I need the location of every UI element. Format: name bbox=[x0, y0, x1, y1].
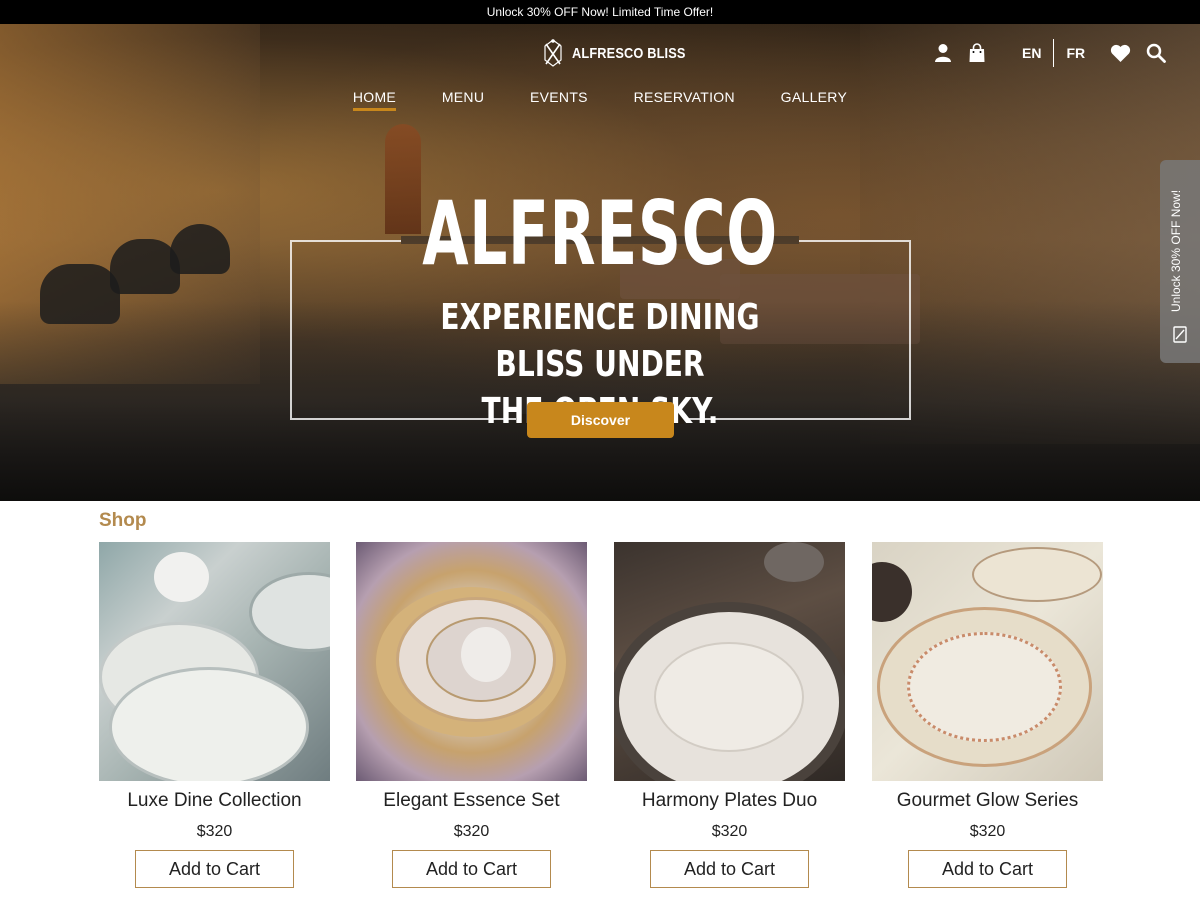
nav-item-reservation[interactable]: RESERVATION bbox=[634, 89, 735, 109]
crossed-utensils-icon bbox=[544, 39, 562, 67]
add-to-cart-button[interactable]: Add to Cart bbox=[135, 850, 294, 888]
product-name: Elegant Essence Set bbox=[383, 790, 560, 811]
product-price: $320 bbox=[969, 823, 1006, 840]
promo-text: Unlock 30% OFF Now! Limited Time Offer! bbox=[486, 5, 714, 19]
add-to-cart-button[interactable]: Add to Cart bbox=[650, 850, 809, 888]
product-image[interactable] bbox=[614, 542, 845, 781]
product-name: Luxe Dine Collection bbox=[127, 790, 302, 811]
hero-title: ALFRESCO bbox=[422, 182, 778, 285]
product-card: Elegant Essence Set $320 Add to Cart bbox=[356, 542, 587, 888]
brand-logo[interactable]: ALFRESCO BLISS bbox=[540, 38, 706, 68]
language-en[interactable]: EN bbox=[1022, 45, 1041, 61]
product-name: Gourmet Glow Series bbox=[896, 790, 1079, 811]
product-image[interactable] bbox=[872, 542, 1103, 781]
product-price: $320 bbox=[453, 823, 490, 840]
language-fr[interactable]: FR bbox=[1066, 45, 1085, 61]
shop-title: Shop bbox=[99, 510, 147, 531]
language-divider bbox=[1053, 39, 1055, 67]
gift-tag-icon bbox=[1173, 326, 1187, 343]
nav-item-menu[interactable]: MENU bbox=[442, 89, 484, 109]
hero-subtitle-line: EXPERIENCE DINING BLISS UNDER bbox=[440, 297, 760, 385]
header-tools: EN FR bbox=[930, 38, 1170, 68]
discover-button[interactable]: Discover bbox=[527, 402, 674, 438]
product-price: $320 bbox=[711, 823, 748, 840]
nav-item-home[interactable]: HOME bbox=[352, 89, 397, 111]
side-offer-text: Unlock 30% OFF Now! bbox=[1169, 189, 1183, 312]
main-nav: HOME MENU EVENTS RESERVATION GALLERY bbox=[330, 87, 870, 111]
product-card: Gourmet Glow Series $320 Add to Cart bbox=[872, 542, 1103, 888]
product-card: Luxe Dine Collection $320 Add to Cart bbox=[99, 542, 330, 888]
heart-icon[interactable] bbox=[1109, 42, 1131, 64]
nav-item-events[interactable]: EVENTS bbox=[530, 89, 588, 109]
add-to-cart-button[interactable]: Add to Cart bbox=[908, 850, 1067, 888]
product-name: Harmony Plates Duo bbox=[641, 790, 818, 811]
side-offer-tab[interactable]: Unlock 30% OFF Now! bbox=[1160, 160, 1200, 363]
product-price: $320 bbox=[196, 823, 233, 840]
shopping-bag-icon[interactable] bbox=[966, 42, 988, 64]
product-card: Harmony Plates Duo $320 Add to Cart bbox=[614, 542, 845, 888]
promo-bar: Unlock 30% OFF Now! Limited Time Offer! bbox=[0, 0, 1200, 24]
product-image[interactable] bbox=[99, 542, 330, 781]
add-to-cart-button[interactable]: Add to Cart bbox=[392, 850, 551, 888]
nav-item-gallery[interactable]: GALLERY bbox=[781, 89, 847, 109]
brand-name: ALFRESCO BLISS bbox=[572, 44, 686, 62]
user-icon[interactable] bbox=[932, 42, 954, 64]
product-image[interactable] bbox=[356, 542, 587, 781]
search-icon[interactable] bbox=[1145, 42, 1167, 64]
